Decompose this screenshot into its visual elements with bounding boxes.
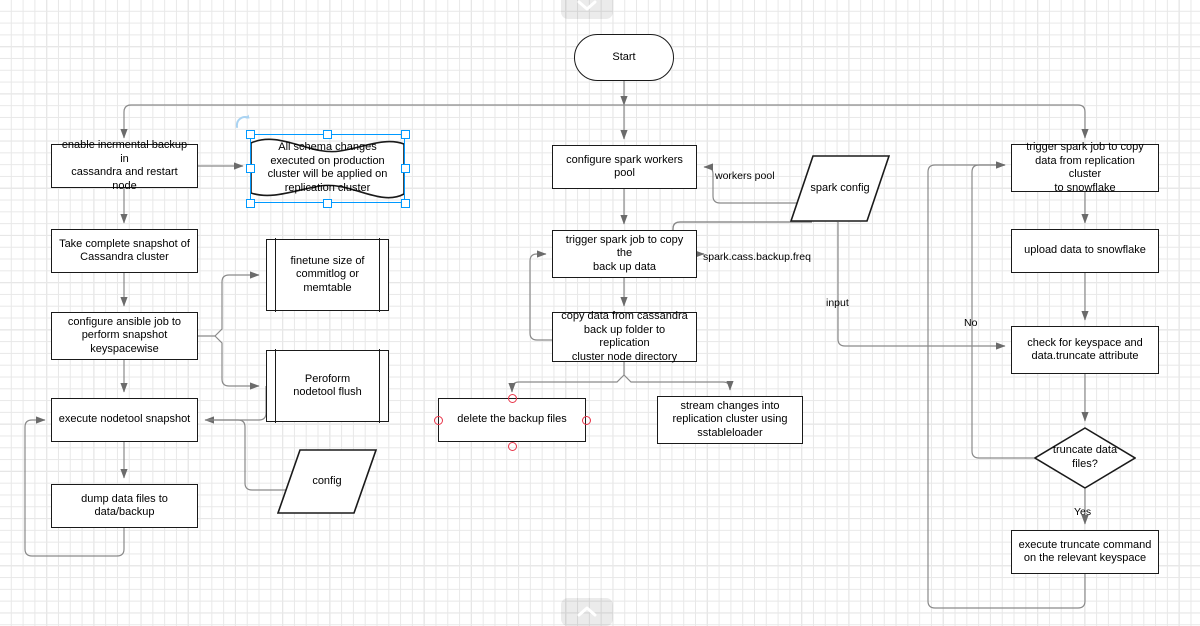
resize-handle-sw[interactable] xyxy=(245,198,255,208)
node-stream-changes[interactable]: stream changes into replication cluster … xyxy=(657,396,803,444)
node-execute-snapshot-label: execute nodetool snapshot xyxy=(58,413,191,426)
resize-handle-se[interactable] xyxy=(400,198,410,208)
node-check-keyspace-label: check for keyspace and data.truncate att… xyxy=(1027,336,1143,363)
node-finetune[interactable]: finetune size of commitlog or memtable xyxy=(266,238,389,312)
rotate-handle-icon[interactable] xyxy=(234,113,252,131)
node-delete-backup[interactable]: delete the backup files xyxy=(438,398,586,442)
edge-start-to-snowflake xyxy=(624,104,1089,139)
edge-decision-no xyxy=(971,161,1034,459)
edge-flush-to-execute xyxy=(204,386,267,424)
connection-point-right[interactable] xyxy=(581,415,591,425)
node-schema-note[interactable]: All schema changes executed on productio… xyxy=(250,134,405,203)
resize-handle-e[interactable] xyxy=(400,164,410,173)
edge-copydata-to-delete xyxy=(508,374,625,393)
edge-copydata-loop-to-trigger xyxy=(529,250,552,341)
node-trigger-spark-backup[interactable]: trigger spark job to copy the back up da… xyxy=(552,230,697,278)
node-execute-truncate[interactable]: execute truncate command on the relevant… xyxy=(1011,530,1159,574)
node-check-keyspace[interactable]: check for keyspace and data.truncate att… xyxy=(1011,326,1159,374)
node-config-label: config xyxy=(312,475,342,487)
node-configure-spark[interactable]: configure spark workers pool xyxy=(552,145,697,189)
node-trigger-snowflake[interactable]: trigger spark job to copy data from repl… xyxy=(1011,141,1159,194)
node-upload-snowflake-label: upload data to snowflake xyxy=(1024,244,1146,257)
chevron-up-icon xyxy=(577,606,597,617)
node-spark-config[interactable]: spark config xyxy=(789,155,891,222)
node-take-snapshot-label: Take complete snapshot of Cassandra clus… xyxy=(59,237,190,264)
node-dump-data-label: dump data files to data/backup xyxy=(81,492,168,519)
node-trigger-spark-backup-label: trigger spark job to copy the back up da… xyxy=(565,233,684,273)
connection-point-top[interactable] xyxy=(507,393,517,403)
node-configure-ansible-label: configure ansible job to perform snapsho… xyxy=(67,315,182,355)
resize-handle-ne[interactable] xyxy=(400,129,410,139)
node-start-label: Start xyxy=(612,50,636,63)
node-execute-truncate-label: execute truncate command on the relevant… xyxy=(1018,538,1152,565)
node-truncate-decision-label: truncate data files? xyxy=(1052,444,1118,470)
node-configure-ansible[interactable]: configure ansible job to perform snapsho… xyxy=(51,312,198,360)
node-configure-spark-label: configure spark workers pool xyxy=(566,153,683,180)
resize-handle-n[interactable] xyxy=(323,129,332,139)
node-execute-snapshot[interactable]: execute nodetool snapshot xyxy=(51,398,198,442)
scroll-up-button[interactable] xyxy=(561,598,613,626)
node-delete-backup-label: delete the backup files xyxy=(457,413,567,426)
node-take-snapshot[interactable]: Take complete snapshot of Cassandra clus… xyxy=(51,229,198,273)
edge-ansible-to-finetune xyxy=(214,271,260,337)
connection-point-bottom[interactable] xyxy=(507,441,517,451)
node-start[interactable]: Start xyxy=(574,34,674,81)
edge-label-yes: Yes xyxy=(1074,506,1092,518)
edge-copydata-to-stream xyxy=(623,374,734,391)
resize-handle-s[interactable] xyxy=(323,198,332,208)
node-stream-changes-label: stream changes into replication cluster … xyxy=(672,399,788,439)
node-upload-snowflake[interactable]: upload data to snowflake xyxy=(1011,229,1159,273)
node-dump-data[interactable]: dump data files to data/backup xyxy=(51,484,198,528)
node-schema-note-label: All schema changes executed on productio… xyxy=(267,141,388,194)
edge-sparkconfig-input-to-check xyxy=(837,222,1006,350)
node-nodetool-flush-label: Peroform nodetool flush xyxy=(293,372,362,399)
resize-handle-w[interactable] xyxy=(245,164,255,173)
edge-label-workers-pool: workers pool xyxy=(715,170,775,182)
node-nodetool-flush[interactable]: Peroform nodetool flush xyxy=(266,349,389,423)
chevron-down-icon xyxy=(577,0,597,11)
node-truncate-decision[interactable]: truncate data files? xyxy=(1033,427,1137,489)
node-enable-backup[interactable]: enable incrmental backup in cassandra an… xyxy=(51,139,198,192)
connection-point-left[interactable] xyxy=(433,415,443,425)
node-trigger-snowflake-label: trigger spark job to copy data from repl… xyxy=(1026,141,1144,194)
edge-label-no: No xyxy=(964,317,978,329)
node-copy-data[interactable]: copy data from cassandra back up folder … xyxy=(552,310,697,363)
edge-label-input: input xyxy=(826,297,849,309)
scroll-down-button[interactable] xyxy=(561,0,613,19)
diagram-canvas[interactable]: workers pool spark.cass.backup.freq inpu… xyxy=(0,0,1200,626)
node-finetune-label: finetune size of commitlog or memtable xyxy=(290,254,365,294)
edge-ansible-to-flush xyxy=(214,335,260,390)
edge-label-backup-freq: spark.cass.backup.freq xyxy=(703,251,811,263)
node-copy-data-label: copy data from cassandra back up folder … xyxy=(561,310,688,363)
node-config[interactable]: config xyxy=(276,449,378,514)
node-enable-backup-label: enable incrmental backup in cassandra an… xyxy=(61,139,188,192)
node-spark-config-label: spark config xyxy=(810,182,870,194)
